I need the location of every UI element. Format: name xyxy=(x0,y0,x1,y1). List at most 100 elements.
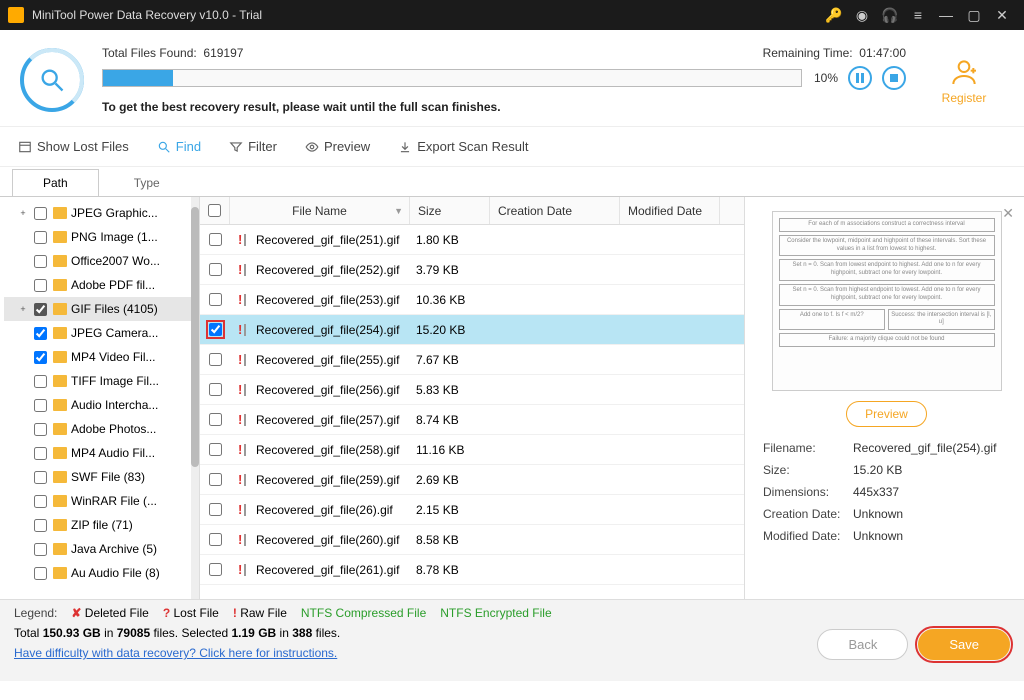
expand-icon[interactable] xyxy=(18,544,28,554)
file-checkbox[interactable] xyxy=(209,413,222,426)
maximize-icon[interactable]: ▢ xyxy=(960,7,988,24)
tree-checkbox[interactable] xyxy=(34,231,47,244)
column-filename[interactable]: File Name▼ xyxy=(230,197,410,224)
column-creation-date[interactable]: Creation Date xyxy=(490,197,620,224)
expand-icon[interactable] xyxy=(18,352,28,362)
headphones-icon[interactable]: 🎧 xyxy=(876,7,904,24)
expand-icon[interactable]: + xyxy=(18,304,28,314)
expand-icon[interactable] xyxy=(18,232,28,242)
tree-checkbox[interactable] xyxy=(34,495,47,508)
tree-item[interactable]: Au Audio File (8) xyxy=(4,561,199,585)
expand-icon[interactable] xyxy=(18,472,28,482)
tree-item[interactable]: Adobe Photos... xyxy=(4,417,199,441)
tree-checkbox[interactable] xyxy=(34,303,47,316)
tree-item[interactable]: Java Archive (5) xyxy=(4,537,199,561)
file-row[interactable]: !Recovered_gif_file(254).gif15.20 KB xyxy=(200,315,744,345)
tree-item[interactable]: +GIF Files (4105) xyxy=(4,297,199,321)
file-row[interactable]: !Recovered_gif_file(252).gif3.79 KB xyxy=(200,255,744,285)
file-checkbox[interactable] xyxy=(209,473,222,486)
tree-item[interactable]: Office2007 Wo... xyxy=(4,249,199,273)
file-checkbox[interactable] xyxy=(209,533,222,546)
tree-item[interactable]: PNG Image (1... xyxy=(4,225,199,249)
expand-icon[interactable] xyxy=(18,496,28,506)
stop-button[interactable] xyxy=(882,66,906,90)
tree-checkbox[interactable] xyxy=(34,471,47,484)
tree-item[interactable]: TIFF Image Fil... xyxy=(4,369,199,393)
export-button[interactable]: Export Scan Result xyxy=(398,139,528,154)
filter-button[interactable]: Filter xyxy=(229,139,277,154)
file-row[interactable]: !Recovered_gif_file(256).gif5.83 KB xyxy=(200,375,744,405)
tree-checkbox[interactable] xyxy=(34,327,47,340)
back-button[interactable]: Back xyxy=(817,629,908,660)
key-icon[interactable]: 🔑 xyxy=(820,7,848,24)
tab-path[interactable]: Path xyxy=(12,169,99,196)
expand-icon[interactable]: + xyxy=(18,208,28,218)
file-row[interactable]: !Recovered_gif_file(253).gif10.36 KB xyxy=(200,285,744,315)
menu-icon[interactable]: ≡ xyxy=(904,7,932,23)
tree-item[interactable]: MP4 Audio Fil... xyxy=(4,441,199,465)
tree-checkbox[interactable] xyxy=(34,375,47,388)
preview-open-button[interactable]: Preview xyxy=(846,401,927,427)
file-checkbox[interactable] xyxy=(209,383,222,396)
file-checkbox[interactable] xyxy=(209,443,222,456)
tree-checkbox[interactable] xyxy=(34,255,47,268)
file-row[interactable]: !Recovered_gif_file(26).gif2.15 KB xyxy=(200,495,744,525)
file-row[interactable]: !Recovered_gif_file(257).gif8.74 KB xyxy=(200,405,744,435)
tree-item[interactable]: Adobe PDF fil... xyxy=(4,273,199,297)
tree-checkbox[interactable] xyxy=(34,447,47,460)
preview-close-icon[interactable]: ✕ xyxy=(1002,205,1014,222)
file-checkbox[interactable] xyxy=(209,323,222,336)
expand-icon[interactable] xyxy=(18,280,28,290)
file-checkbox[interactable] xyxy=(209,293,222,306)
column-size[interactable]: Size xyxy=(410,197,490,224)
expand-icon[interactable] xyxy=(18,256,28,266)
file-checkbox[interactable] xyxy=(209,353,222,366)
minimize-icon[interactable]: — xyxy=(932,7,960,23)
tree-checkbox[interactable] xyxy=(34,351,47,364)
tree-checkbox[interactable] xyxy=(34,543,47,556)
expand-icon[interactable] xyxy=(18,400,28,410)
close-icon[interactable]: ✕ xyxy=(988,7,1016,24)
tree-item[interactable]: Audio Intercha... xyxy=(4,393,199,417)
expand-icon[interactable] xyxy=(18,448,28,458)
tree-item[interactable]: SWF File (83) xyxy=(4,465,199,489)
expand-icon[interactable] xyxy=(18,376,28,386)
tab-type[interactable]: Type xyxy=(103,169,191,196)
file-row[interactable]: !Recovered_gif_file(258).gif11.16 KB xyxy=(200,435,744,465)
tree-scrollbar[interactable] xyxy=(191,197,199,599)
expand-icon[interactable] xyxy=(18,328,28,338)
file-row[interactable]: !Recovered_gif_file(260).gif8.58 KB xyxy=(200,525,744,555)
expand-icon[interactable] xyxy=(18,520,28,530)
file-row[interactable]: !Recovered_gif_file(255).gif7.67 KB xyxy=(200,345,744,375)
tree-checkbox[interactable] xyxy=(34,567,47,580)
disc-icon[interactable]: ◉ xyxy=(848,7,876,24)
help-link[interactable]: Have difficulty with data recovery? Clic… xyxy=(14,646,337,660)
file-checkbox[interactable] xyxy=(209,563,222,576)
register-button[interactable]: Register xyxy=(924,56,1004,105)
file-row[interactable]: !Recovered_gif_file(251).gif1.80 KB xyxy=(200,225,744,255)
tree-item[interactable]: ZIP file (71) xyxy=(4,513,199,537)
tree-checkbox[interactable] xyxy=(34,279,47,292)
column-modified-date[interactable]: Modified Date xyxy=(620,197,720,224)
tree-checkbox[interactable] xyxy=(34,423,47,436)
tree-item[interactable]: JPEG Camera... xyxy=(4,321,199,345)
pause-button[interactable] xyxy=(848,66,872,90)
file-checkbox[interactable] xyxy=(209,233,222,246)
preview-button[interactable]: Preview xyxy=(305,139,370,154)
file-row[interactable]: !Recovered_gif_file(261).gif8.78 KB xyxy=(200,555,744,585)
tree-checkbox[interactable] xyxy=(34,399,47,412)
tree-checkbox[interactable] xyxy=(34,519,47,532)
tree-item[interactable]: +JPEG Graphic... xyxy=(4,201,199,225)
file-checkbox[interactable] xyxy=(209,503,222,516)
expand-icon[interactable] xyxy=(18,424,28,434)
tree-item[interactable]: WinRAR File (... xyxy=(4,489,199,513)
save-button[interactable]: Save xyxy=(918,629,1010,660)
file-row[interactable]: !Recovered_gif_file(259).gif2.69 KB xyxy=(200,465,744,495)
select-all-checkbox[interactable] xyxy=(208,204,221,217)
expand-icon[interactable] xyxy=(18,568,28,578)
file-checkbox[interactable] xyxy=(209,263,222,276)
show-lost-files-button[interactable]: Show Lost Files xyxy=(18,139,129,154)
find-button[interactable]: Find xyxy=(157,139,201,154)
tree-checkbox[interactable] xyxy=(34,207,47,220)
tree-item[interactable]: MP4 Video Fil... xyxy=(4,345,199,369)
